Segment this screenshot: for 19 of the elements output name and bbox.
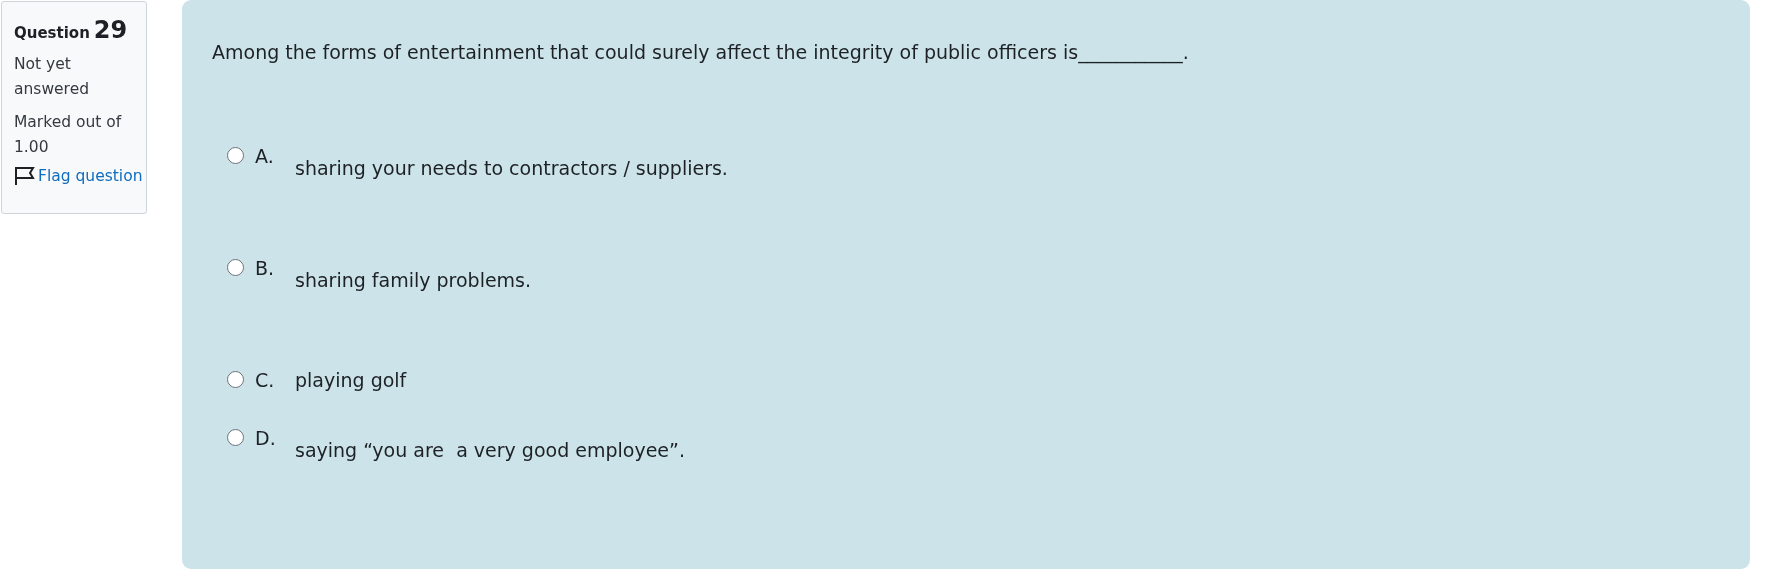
question-number: 29 (93, 16, 128, 44)
flag-question-link[interactable]: Flag question (14, 166, 143, 186)
option-text: playing golf (295, 368, 407, 393)
option-letter: B. (255, 256, 276, 281)
marks-text: Marked out of 1.00 (14, 112, 123, 158)
answer-status: Not yet answered (14, 54, 91, 100)
option-letter: A. (255, 144, 275, 169)
option-text: sharing your needs to contractors / suppliers. (295, 156, 728, 181)
question-text: Among the forms of entertainment that could surely affect the integrity of public officers is___________. (212, 40, 1190, 66)
option-letter: D. (255, 426, 277, 451)
radio-button[interactable] (227, 429, 244, 446)
radio-button[interactable] (227, 147, 244, 164)
option-text: saying “you are a very good employee”. (295, 438, 685, 463)
question-label: Question (14, 24, 90, 42)
option-text: sharing family problems. (295, 268, 532, 293)
radio-button[interactable] (227, 259, 244, 276)
radio-button[interactable] (227, 371, 244, 388)
option-letter: C. (255, 368, 276, 393)
flag-icon (14, 166, 36, 186)
